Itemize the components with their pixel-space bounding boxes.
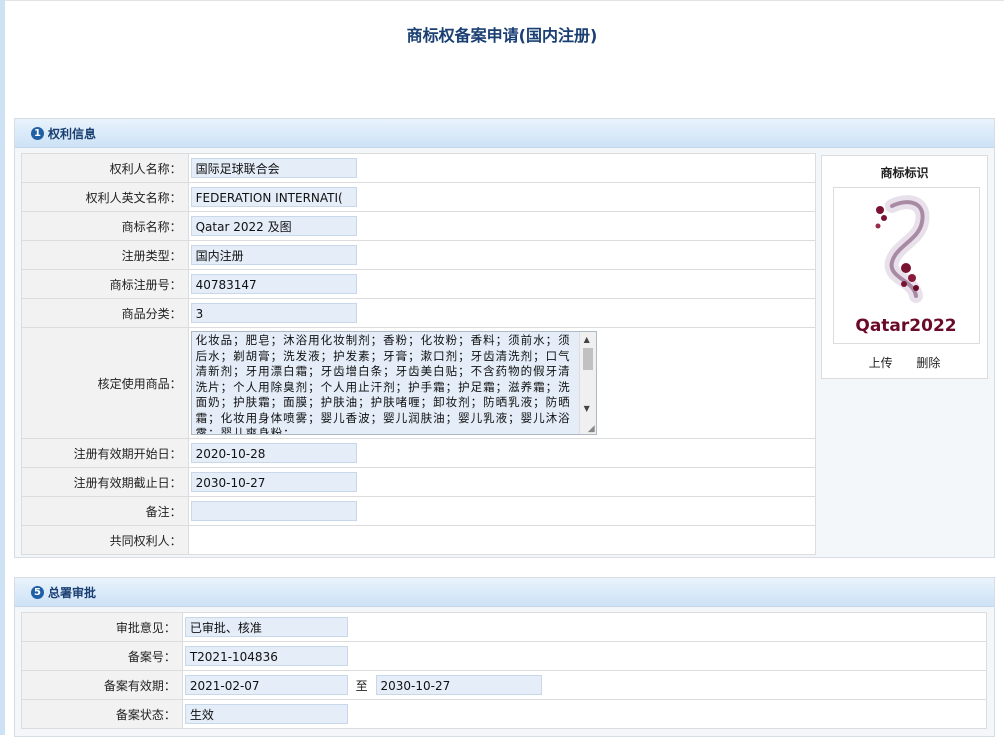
field-label: 共同权利人： [21, 525, 189, 555]
filing-number-field[interactable]: T2021-104836 [184, 646, 348, 666]
date-range-separator: 至 [355, 678, 368, 693]
scroll-thumb[interactable] [582, 348, 593, 370]
field-label: 备案号： [21, 641, 183, 671]
left-edge-bar [0, 0, 5, 735]
field-label: 备案有效期： [21, 670, 183, 700]
logo-actions: 上传 删除 [822, 354, 987, 371]
scroll-up-arrow-icon[interactable]: ▲ [584, 335, 590, 344]
form-row: 商标注册号： 40783147 [21, 269, 817, 299]
approval-section: 5 总署审批 审批意见： 已审批、核准 备案号： T2021-104836 备案… [14, 577, 995, 737]
form-row: 权利人名称： 国际足球联合会 [21, 153, 817, 183]
section-title: 总署审批 [48, 585, 97, 600]
textarea-scrollbar[interactable]: ▲ ▼ [578, 332, 596, 434]
approved-goods-text: 化妆品；肥皂；沐浴用化妆制剂；香粉；化妆粉；香料；须前水；须后水；剃胡膏；洗发液… [195, 333, 571, 435]
form-row: 商品分类： 3 [21, 298, 817, 328]
registration-number-field[interactable]: 40783147 [190, 274, 357, 294]
validity-end-field[interactable]: 2030-10-27 [190, 472, 357, 492]
rights-info-section: 1 权利信息 权利人名称： 国际足球联合会 权利人英文名称： FEDERATIO… [14, 118, 995, 558]
form-row: 共同权利人： [21, 525, 817, 555]
form-row: 备注： [21, 496, 817, 526]
logo-wordmark: Qatar2022 [855, 316, 956, 336]
approval-table: 审批意见： 已审批、核准 备案号： T2021-104836 备案有效期： 20… [21, 612, 988, 729]
validity-start-field[interactable]: 2020-10-28 [190, 443, 357, 463]
upload-button[interactable]: 上传 [869, 356, 893, 370]
field-label: 权利人名称： [21, 153, 189, 183]
remarks-field[interactable] [190, 501, 357, 521]
approval-header: 5 总署审批 [15, 578, 994, 607]
scroll-down-arrow-icon[interactable]: ▼ [584, 404, 590, 413]
field-label: 核定使用商品： [21, 327, 189, 439]
field-label: 注册有效期截止日： [21, 467, 189, 497]
delete-button[interactable]: 删除 [916, 356, 940, 370]
form-row: 注册有效期开始日： 2020-10-28 [21, 438, 817, 468]
logo-panel-title: 商标标识 [880, 166, 929, 180]
rights-info-table: 权利人名称： 国际足球联合会 权利人英文名称： FEDERATION INTER… [21, 153, 817, 555]
field-label: 权利人英文名称： [21, 182, 189, 212]
field-label: 备案状态： [21, 699, 183, 729]
qatar-2022-emblem-icon: Qatar2022 [855, 195, 957, 336]
section-title: 权利信息 [48, 126, 97, 141]
field-label: 备注： [21, 496, 189, 526]
top-divider [5, 0, 1004, 1]
filing-status-field[interactable]: 生效 [184, 704, 348, 724]
form-row: 备案状态： 生效 [21, 699, 988, 729]
form-row: 商标名称： Qatar 2022 及图 [21, 211, 817, 241]
field-label: 注册有效期开始日： [21, 438, 189, 468]
owner-english-name-field[interactable]: FEDERATION INTERNATI( [190, 187, 357, 207]
form-row: 备案有效期： 2021-02-07 至 2030-10-27 [21, 670, 988, 700]
form-row: 核定使用商品： 化妆品；肥皂；沐浴用化妆制剂；香粉；化妆粉；香料；须前水；须后水… [21, 327, 817, 439]
goods-class-field[interactable]: 3 [190, 303, 357, 323]
form-row: 审批意见： 已审批、核准 [21, 612, 988, 642]
field-label: 审批意见： [21, 612, 183, 642]
step-number-badge: 5 [31, 585, 44, 599]
resize-grip-icon[interactable]: ◢ [588, 424, 595, 434]
owner-name-field[interactable]: 国际足球联合会 [190, 158, 357, 178]
step-number-badge: 1 [31, 126, 44, 140]
rights-info-header: 1 权利信息 [15, 119, 994, 148]
form-row: 注册有效期截止日： 2030-10-27 [21, 467, 817, 497]
form-row: 权利人英文名称： FEDERATION INTERNATI( [21, 182, 817, 212]
field-label: 商品分类： [21, 298, 189, 328]
filing-valid-from-field[interactable]: 2021-02-07 [184, 675, 348, 695]
field-label: 注册类型： [21, 240, 189, 270]
field-label: 商标名称： [21, 211, 189, 241]
approved-goods-textarea[interactable]: 化妆品；肥皂；沐浴用化妆制剂；香粉；化妆粉；香料；须前水；须后水；剃胡膏；洗发液… [190, 331, 597, 435]
trademark-logo-panel: 商标标识 Qatar2022 上传 删除 [821, 155, 988, 379]
registration-type-field[interactable]: 国内注册 [190, 245, 357, 265]
approval-opinion-field[interactable]: 已审批、核准 [184, 617, 348, 637]
field-label: 商标注册号： [21, 269, 189, 299]
page-title: 商标权备案申请(国内注册) [406, 26, 598, 45]
filing-valid-to-field[interactable]: 2030-10-27 [375, 675, 542, 695]
form-row: 注册类型： 国内注册 [21, 240, 817, 270]
trademark-logo-image: Qatar2022 [833, 187, 980, 344]
trademark-name-field[interactable]: Qatar 2022 及图 [190, 216, 357, 236]
form-row: 备案号： T2021-104836 [21, 641, 988, 671]
